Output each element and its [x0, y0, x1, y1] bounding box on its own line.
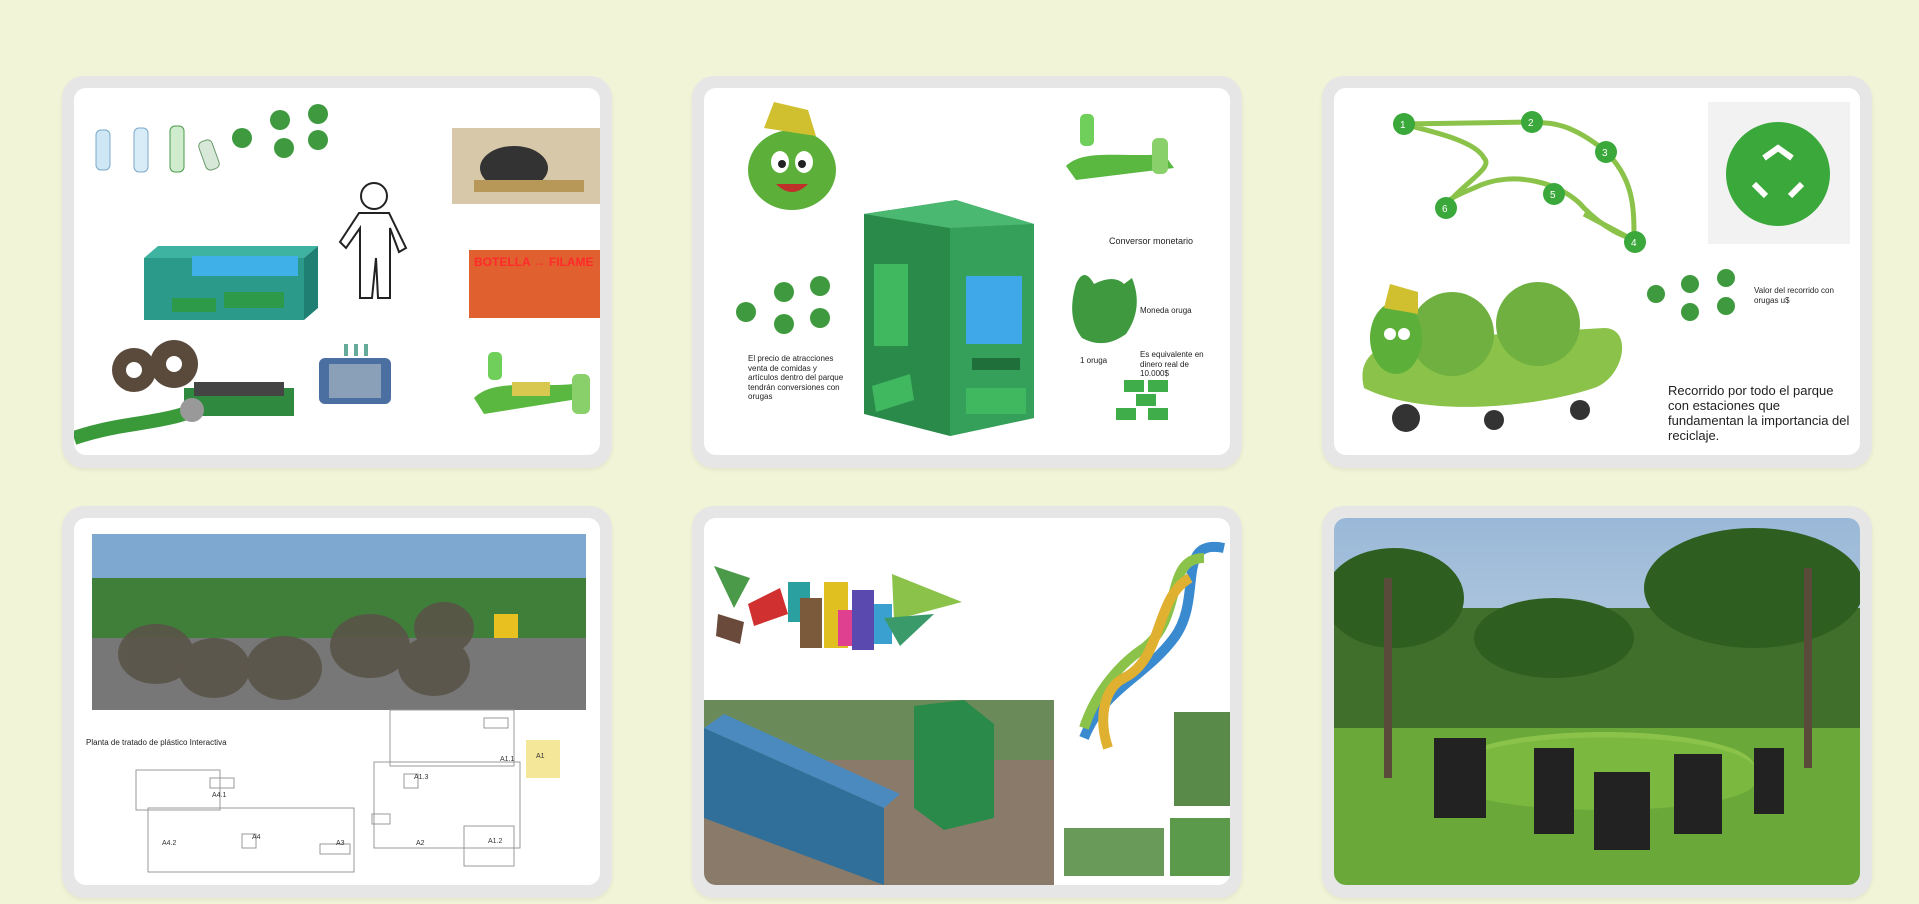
oruga-coin-icon — [1072, 275, 1137, 344]
gallery-card-2[interactable]: Conversor monetario Moneda oruga 1 oruga… — [692, 76, 1242, 468]
money-bills-icon — [1116, 380, 1168, 420]
oruga-coins-icon — [736, 276, 830, 334]
person-icon — [338, 182, 408, 299]
bottle-filament-text: BOTELLA → FILAME — [474, 255, 594, 269]
gallery-card-1[interactable]: BOTELLA → FILAME — [62, 76, 612, 468]
recycle-icon — [1726, 122, 1830, 226]
one-coin-label: 1 oruga — [1080, 356, 1108, 365]
recycling-collage-illustration: BOTELLA → FILAME — [74, 104, 600, 445]
equivalent-label: Es equivalente en dinero real de 10.000$ — [1140, 350, 1204, 379]
industrial-shredder-icon — [319, 344, 391, 404]
zone-a1-1: A1.1 — [500, 756, 515, 763]
svg-text:6: 6 — [1442, 204, 1448, 215]
zone-a4: A4 — [252, 834, 261, 841]
svg-text:1: 1 — [1400, 120, 1406, 131]
caterpillar-train-icon — [1362, 282, 1623, 432]
plastic-bottles-icon — [95, 125, 220, 173]
zone-a4-2: A4.2 — [162, 840, 177, 847]
green-wall-photo — [1174, 712, 1230, 806]
garden-photo — [1064, 828, 1164, 876]
exchange-kiosk-icon — [864, 200, 1034, 436]
caterpillar-mascot-icon — [748, 102, 836, 210]
coin-label: Moneda oruga — [1140, 306, 1192, 315]
card-3-image: 1 2 3 4 5 6 Valor del recorrido con orug… — [1334, 88, 1860, 455]
gallery-card-3[interactable]: 1 2 3 4 5 6 Valor del recorrido con orug… — [1322, 76, 1872, 468]
gallery-card-4[interactable]: Planta de tratado de plástico Interactiv… — [62, 506, 612, 898]
plant-title: Planta de tratado de plástico Interactiv… — [86, 738, 227, 747]
colorful-sculptures-illustration — [704, 541, 1230, 885]
zone-a1-2: A1.2 — [488, 838, 503, 845]
zone-a4-1: A4.1 — [212, 792, 227, 799]
park-render-illustration — [1334, 518, 1860, 885]
svg-text:3: 3 — [1602, 148, 1608, 159]
gallery-card-6[interactable] — [1322, 506, 1872, 898]
svg-text:4: 4 — [1631, 238, 1637, 249]
floor-plan — [135, 709, 521, 873]
gear-icon — [112, 340, 198, 392]
plastic-plant-illustration — [92, 534, 586, 873]
converter-title: Conversor monetario — [1109, 236, 1194, 246]
green-block-sculpture — [914, 700, 994, 830]
oruga-coins-icon — [1647, 269, 1735, 321]
zone-a1: A1 — [536, 753, 545, 760]
zone-a3: A3 — [336, 840, 345, 847]
route-value-label: Valor del recorrido con orugas u$ — [1754, 286, 1834, 305]
route-description: Recorrido por todo el parque con estacio… — [1668, 383, 1850, 443]
card-4-image: Planta de tratado de plástico Interactiv… — [74, 518, 600, 885]
price-note: El precio de atracciones venta de comida… — [748, 354, 844, 402]
oruga-coins-icon — [232, 104, 328, 158]
card-2-image: Conversor monetario Moneda oruga 1 oruga… — [704, 88, 1230, 455]
card-5-image — [704, 518, 1230, 885]
card-6-image — [1334, 518, 1860, 885]
svg-text:5: 5 — [1550, 190, 1556, 201]
card-1-image: BOTELLA → FILAME — [74, 88, 600, 455]
machine-icon — [144, 246, 318, 320]
svg-text:2: 2 — [1528, 118, 1534, 129]
geometric-fish-sculpture — [714, 566, 962, 650]
zone-a1-3: A1.3 — [414, 774, 429, 781]
filament-extruder-icon — [1066, 114, 1174, 180]
gallery-card-5[interactable] — [692, 506, 1242, 898]
filament-extruder-icon — [474, 352, 590, 414]
zone-a2: A2 — [416, 840, 425, 847]
